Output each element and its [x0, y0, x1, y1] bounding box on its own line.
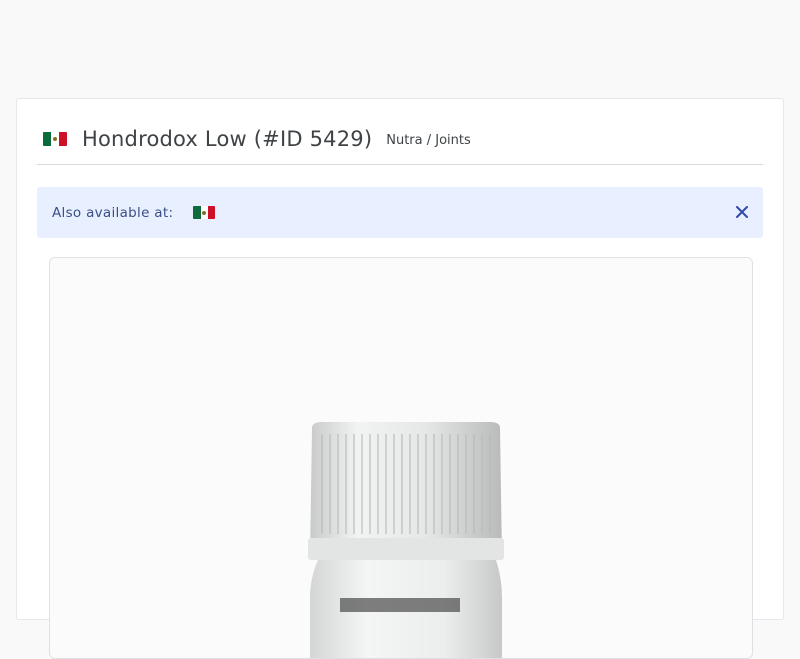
alert-text: Also available at: [52, 204, 174, 221]
offer-category: Nutra / Joints [386, 133, 471, 148]
bottle-body [310, 560, 502, 658]
offer-header: Hondrodox Low (#ID 5429) Nutra / Joints [37, 113, 763, 165]
product-image [49, 257, 753, 659]
availability-alert: Also available at: [37, 187, 763, 238]
offer-card: Hondrodox Low (#ID 5429) Nutra / Joints … [16, 98, 784, 659]
offer-title: Hondrodox Low (#ID 5429) [82, 126, 373, 151]
mexico-flag-icon [43, 131, 67, 146]
mexico-flag-icon[interactable] [193, 206, 216, 219]
bottle-cap [308, 422, 504, 560]
close-icon[interactable] [733, 203, 751, 221]
